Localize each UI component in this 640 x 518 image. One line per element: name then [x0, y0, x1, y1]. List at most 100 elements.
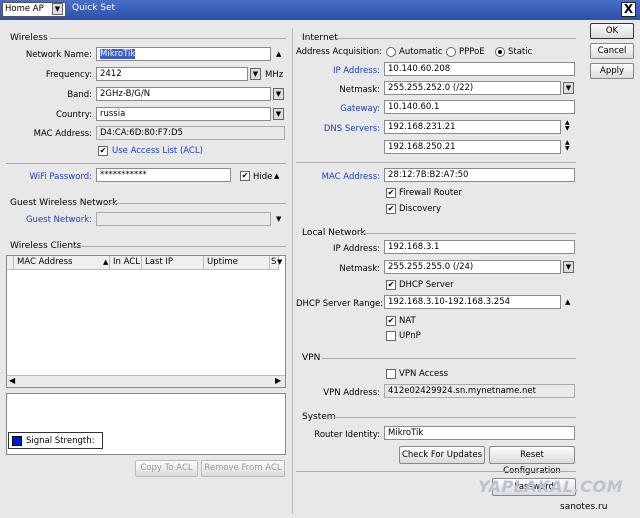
apply-button[interactable]: Apply: [590, 63, 634, 79]
ip-address-field[interactable]: 10.140.60.208: [384, 62, 575, 76]
local-ip-label: IP Address:: [332, 244, 380, 254]
dhcp-range-field[interactable]: 192.168.3.10-192.168.3.254: [384, 295, 561, 309]
divider: [6, 163, 286, 164]
collapse-up-icon[interactable]: ▲: [274, 172, 279, 180]
scroll-right-icon[interactable]: ▶: [275, 376, 281, 385]
country-field[interactable]: russia: [96, 107, 271, 121]
acq-static-radio[interactable]: [495, 47, 505, 57]
check-updates-button[interactable]: Check For Updates: [399, 446, 485, 464]
local-ip-field[interactable]: 192.168.3.1: [384, 240, 575, 254]
divider: [72, 246, 286, 247]
reset-configuration-button[interactable]: Reset Configuration: [489, 446, 575, 476]
dns-server-2-field[interactable]: 192.168.250.21: [384, 140, 561, 154]
frequency-field[interactable]: 2412: [96, 67, 248, 81]
dhcp-server-checkbox[interactable]: ✔: [386, 280, 396, 290]
signal-color-swatch: [12, 436, 22, 446]
column-divider: [292, 28, 293, 514]
column-menu-icon[interactable]: ▼: [277, 258, 282, 266]
copy-to-acl-button[interactable]: Copy To ACL: [135, 460, 198, 477]
dns-server-1-field[interactable]: 192.168.231.21: [384, 120, 561, 134]
vpn-access-label: VPN Access: [399, 369, 449, 379]
dns-servers-label: DNS Servers:: [323, 124, 380, 134]
address-acquisition-label: Address Acquisition:: [296, 47, 382, 57]
sort-up-icon: ▲: [103, 258, 109, 266]
acq-pppoe-radio[interactable]: [446, 47, 456, 57]
dhcp-range-label: DHCP Server Range:: [296, 299, 384, 309]
upnp-checkbox[interactable]: [386, 331, 396, 341]
divider: [104, 203, 286, 204]
country-dropdown-icon[interactable]: ▼: [273, 108, 284, 120]
gateway-field[interactable]: 10.140.60.1: [384, 100, 575, 114]
gateway-label: Gateway:: [340, 104, 380, 114]
guest-section-title: Guest Wireless Network: [10, 198, 118, 208]
scroll-left-icon[interactable]: ◀: [9, 376, 15, 385]
netmask-field[interactable]: 255.255.252.0 (/22): [384, 81, 561, 95]
acq-static-label: Static: [508, 47, 533, 57]
title-bar: Home AP ▼ Quick Set X: [0, 0, 640, 20]
collapse-up-icon[interactable]: ▲: [565, 298, 570, 306]
local-network-section-title: Local Network: [302, 228, 366, 238]
dhcp-server-label: DHCP Server: [399, 280, 454, 290]
acq-automatic-radio[interactable]: [386, 47, 396, 57]
frequency-dropdown-icon[interactable]: ▼: [250, 68, 261, 80]
vpn-address-field: 412e02429924.sn.mynetname.net: [384, 384, 575, 398]
mode-dropdown-icon[interactable]: ▼: [52, 3, 63, 15]
close-button[interactable]: X: [621, 2, 636, 17]
wan-mac-address-label: MAC Address:: [321, 172, 380, 182]
column-in-acl[interactable]: In ACL: [110, 256, 142, 270]
wireless-clients-table[interactable]: MAC Address ▲ In ACL Last IP Uptime S ▼ …: [6, 255, 286, 388]
wifi-password-field[interactable]: ***********: [96, 168, 231, 182]
expand-down-icon[interactable]: ▼: [276, 215, 281, 223]
frequency-unit: MHz: [265, 70, 284, 80]
ok-button[interactable]: OK: [590, 23, 634, 39]
hide-password-checkbox[interactable]: ✔: [240, 171, 250, 181]
guest-network-field[interactable]: [96, 212, 271, 226]
horizontal-scrollbar[interactable]: [7, 375, 285, 387]
nat-checkbox[interactable]: ✔: [386, 316, 396, 326]
vpn-section-title: VPN: [302, 353, 321, 363]
internet-section-title: Internet: [302, 33, 338, 43]
ip-address-label: IP Address:: [332, 66, 380, 76]
dns-stepper-icon[interactable]: ▲ ▼: [565, 120, 570, 132]
wireless-section-title: Wireless: [10, 33, 48, 43]
guest-network-label: Guest Network:: [25, 215, 92, 225]
cancel-button[interactable]: Cancel: [590, 43, 634, 59]
local-netmask-field[interactable]: 255.255.255.0 (/24): [384, 260, 561, 274]
router-identity-field[interactable]: MikroTik: [384, 426, 575, 440]
firewall-router-checkbox[interactable]: ✔: [386, 188, 396, 198]
divider: [336, 38, 576, 39]
wan-mac-address-field[interactable]: 28:12:7B:B2:A7:50: [384, 168, 575, 182]
band-dropdown-icon[interactable]: ▼: [273, 88, 284, 100]
mode-value: Home AP: [5, 4, 44, 14]
wifi-password-label: WiFi Password:: [29, 172, 92, 182]
use-acl-checkbox[interactable]: ✔: [98, 146, 108, 156]
remove-from-acl-button[interactable]: Remove From ACL: [201, 460, 285, 477]
column-uptime[interactable]: Uptime: [204, 256, 270, 270]
netmask-dropdown-icon[interactable]: ▼: [563, 82, 574, 94]
upnp-label: UPnP: [399, 331, 421, 341]
network-name-field[interactable]: MikroTik: [96, 47, 271, 61]
signal-legend: Signal Strength:: [8, 432, 103, 449]
signal-strength-label: Signal Strength:: [26, 436, 95, 446]
site-caption: sanotes.ru: [560, 502, 608, 512]
column-mac-address[interactable]: MAC Address: [14, 256, 110, 270]
frequency-label: Frequency:: [45, 70, 92, 80]
discovery-checkbox[interactable]: ✔: [386, 204, 396, 214]
mac-address-label: MAC Address:: [33, 129, 92, 139]
local-netmask-dropdown-icon[interactable]: ▼: [563, 261, 574, 273]
column-last-ip[interactable]: Last IP: [142, 256, 204, 270]
system-section-title: System: [302, 412, 336, 422]
vpn-address-label: VPN Address:: [323, 388, 380, 398]
dns-stepper-icon[interactable]: ▲ ▼: [565, 140, 570, 152]
collapse-up-icon[interactable]: ▲: [276, 50, 281, 58]
vpn-access-checkbox[interactable]: [386, 369, 396, 379]
use-acl-label[interactable]: Use Access List (ACL): [112, 146, 203, 156]
window-title: Quick Set: [72, 3, 116, 13]
band-field[interactable]: 2GHz-B/G/N: [96, 87, 271, 101]
country-label: Country:: [55, 110, 92, 120]
netmask-label: Netmask:: [339, 85, 380, 95]
watermark-text: YAPLAKAL.COM: [478, 477, 624, 496]
local-netmask-label: Netmask:: [339, 264, 380, 274]
hide-label: Hide: [253, 172, 273, 182]
divider: [296, 471, 576, 472]
